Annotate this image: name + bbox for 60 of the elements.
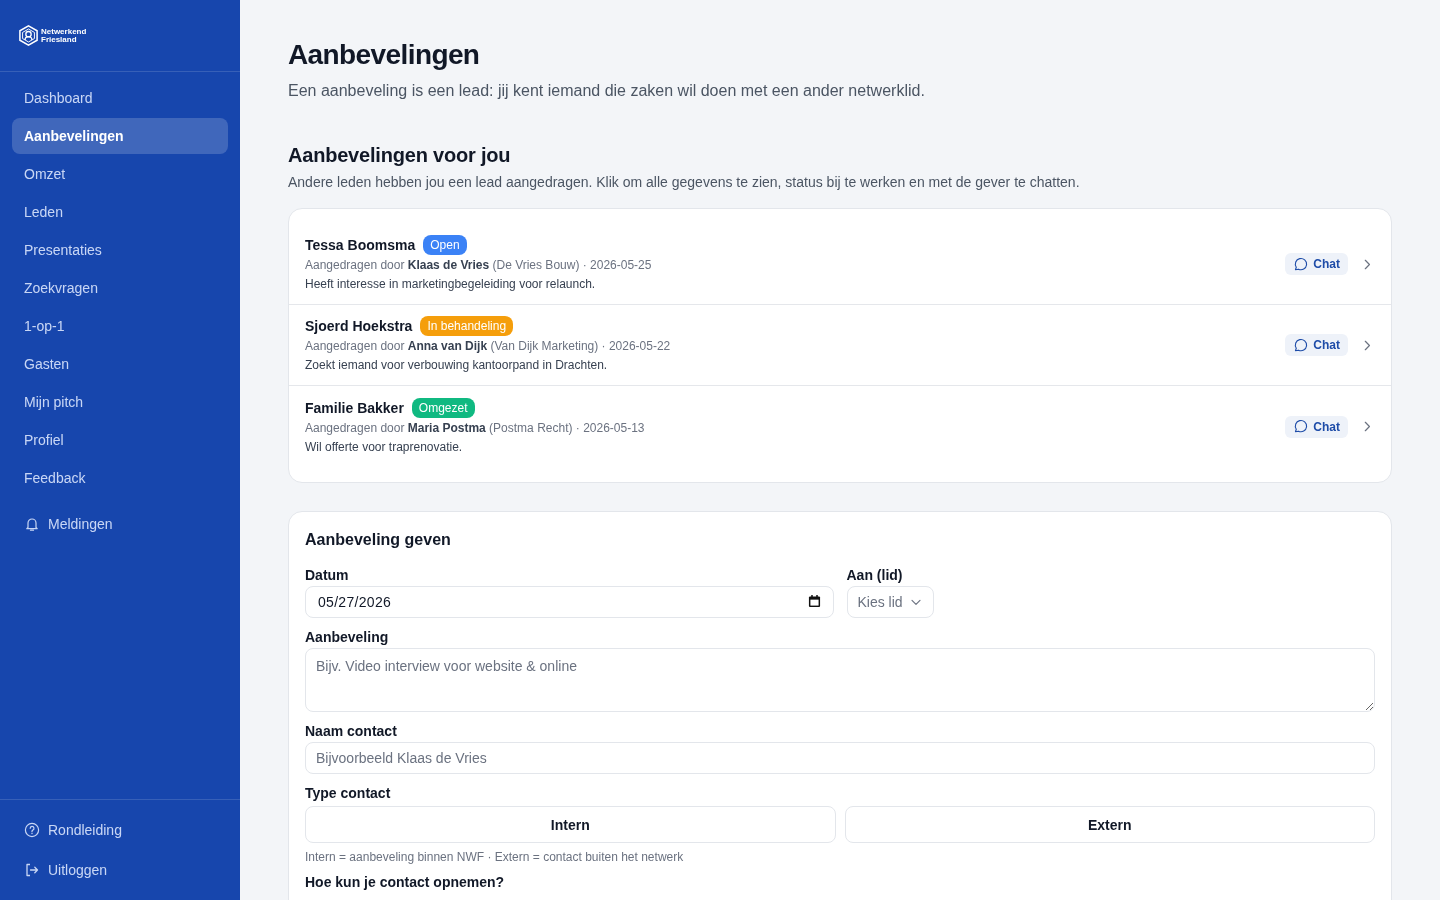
nav-item[interactable]: Leden xyxy=(12,194,228,230)
calendar-icon[interactable] xyxy=(807,595,821,608)
status-badge: Open xyxy=(423,235,467,255)
nav-item[interactable]: Uitloggen xyxy=(12,852,228,888)
lead-meta: Aangedragen door Maria Postma (Postma Recht) · 2026-05-13 xyxy=(305,419,645,437)
status-badge: In behandeling xyxy=(420,316,514,336)
chevron-right-icon[interactable] xyxy=(1364,339,1371,351)
nav-item[interactable]: Gasten xyxy=(12,346,228,382)
contact-type-button[interactable]: Intern xyxy=(305,806,836,843)
form-title: Aanbeveling geven xyxy=(305,530,452,550)
nav-item[interactable]: 1-op-1 xyxy=(12,308,228,344)
chat-button[interactable]: Chat xyxy=(1285,415,1348,438)
nav-item[interactable]: Mijn pitch xyxy=(12,384,228,420)
lead-name[interactable]: Familie Bakker xyxy=(305,399,404,416)
brand-name: Netwerkend Friesland xyxy=(41,27,87,44)
field-label: Datum xyxy=(305,566,350,585)
member-select[interactable]: Kies lid xyxy=(846,586,934,618)
field-label: Aanbeveling xyxy=(305,628,390,647)
lead-name[interactable]: Sjoerd Hoekstra xyxy=(305,318,413,334)
nav-item[interactable]: Omzet xyxy=(12,156,228,192)
hexagon-logo-icon xyxy=(18,25,39,46)
lead-note: Wil offerte voor traprenovatie. xyxy=(305,438,463,456)
speech-bubble-icon xyxy=(1293,419,1309,434)
page-subtitle: Een aanbeveling is een lead: jij kent iemand die zaken wil doen met een ander netwerklid. xyxy=(288,81,926,101)
help-icon xyxy=(24,822,40,838)
nav-item[interactable]: Rondleiding xyxy=(12,812,228,848)
nav-item[interactable]: Dashboard xyxy=(12,80,228,116)
speech-bubble-icon xyxy=(1293,337,1309,353)
status-badge: Omgezet xyxy=(411,397,475,418)
bell-icon xyxy=(24,516,40,532)
logout-icon xyxy=(24,862,40,878)
speech-bubble-icon xyxy=(1293,256,1309,272)
nav-item[interactable]: Aanbevelingen xyxy=(12,118,228,154)
chevron-right-icon[interactable] xyxy=(1364,258,1371,270)
lead-meta: Aangedragen door Anna van Dijk (Van Dijk Marketing) · 2026-05-22 xyxy=(305,338,671,355)
lead-note: Zoekt iemand voor verbouwing kantoorpand in Drachten. xyxy=(305,357,608,374)
nav-item[interactable]: Presentaties xyxy=(12,232,228,268)
section-description: Andere leden hebben jou een lead aangedragen. Klik om alle gegevens te zien, status bij te werken en met de gever te chatten. xyxy=(288,173,1081,192)
lead-note: Heeft interesse in marketingbegeleiding voor relaunch. xyxy=(305,276,596,293)
field-label: Aan (lid) xyxy=(846,566,904,585)
lead-name[interactable]: Tessa Boomsma xyxy=(305,237,416,253)
page-title: Aanbevelingen xyxy=(288,38,481,72)
contact-type-button[interactable]: Extern xyxy=(844,806,1375,843)
contact-name-input[interactable]: Bijvoorbeeld Klaas de Vries xyxy=(305,742,1375,774)
chat-button[interactable]: Chat xyxy=(1285,334,1348,356)
field-label: Type contact xyxy=(305,784,392,803)
date-field[interactable]: 05/27/2026 xyxy=(305,586,834,618)
nav-item[interactable]: Zoekvragen xyxy=(12,270,228,306)
field-label: Naam contact xyxy=(305,722,398,741)
nav-item[interactable]: Feedback xyxy=(12,460,228,496)
nav-item[interactable]: Profiel xyxy=(12,422,228,458)
nav-item[interactable]: Meldingen xyxy=(12,506,228,542)
hint-text: Intern = aanbeveling binnen NWF · Extern = contact buiten het netwerk xyxy=(305,849,685,865)
recommendation-textarea[interactable]: Bijv. Video interview voor website & online xyxy=(305,648,1375,712)
lead-meta: Aangedragen door Klaas de Vries (De Vries Bouw) · 2026-05-25 xyxy=(305,257,652,274)
field-label: Hoe kun je contact opnemen? xyxy=(305,874,506,891)
chevron-down-icon xyxy=(910,598,921,606)
chat-button[interactable]: Chat xyxy=(1285,253,1348,275)
chevron-right-icon[interactable] xyxy=(1364,421,1371,432)
section-title: Aanbevelingen voor jou xyxy=(288,143,512,168)
